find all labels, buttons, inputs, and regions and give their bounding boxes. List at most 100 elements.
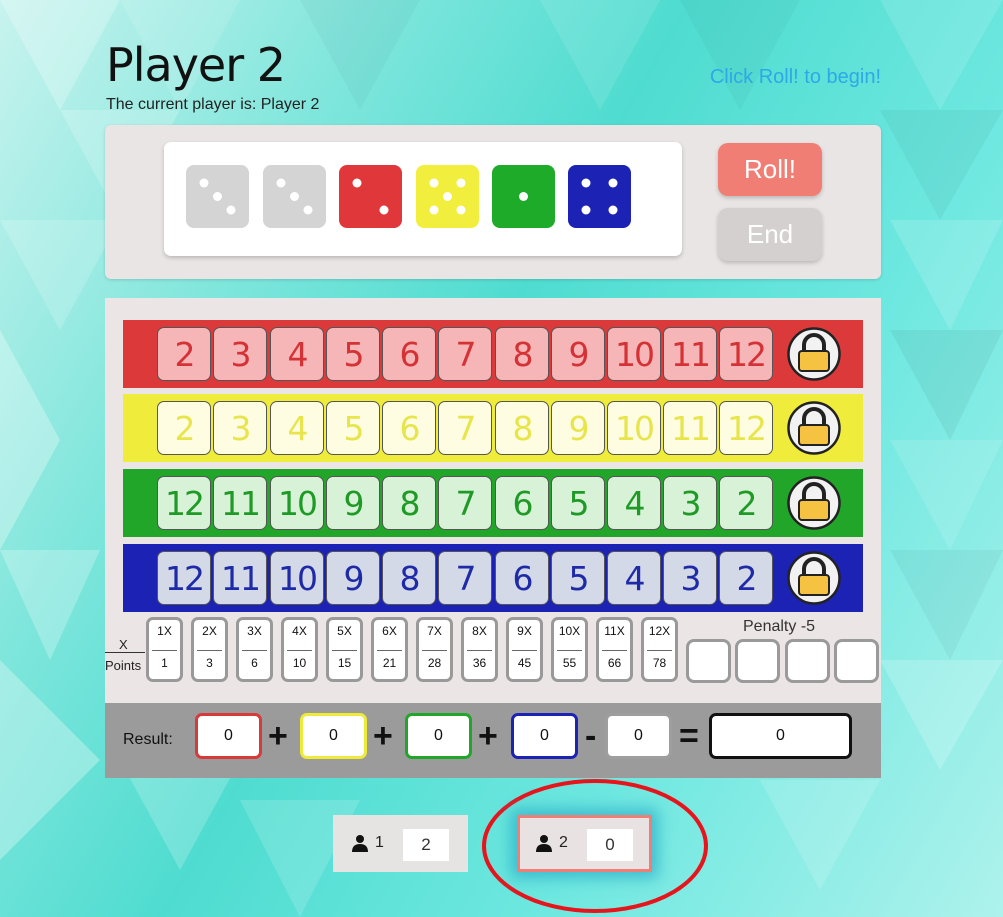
multiplier-count: 1X (157, 624, 172, 638)
cell-green[interactable]: 2 (719, 476, 773, 530)
dice-panel: Roll! End (105, 125, 881, 279)
cell-blue[interactable]: 8 (382, 551, 436, 605)
cell-green[interactable]: 3 (663, 476, 717, 530)
lock-icon[interactable] (787, 476, 841, 530)
cell-green[interactable]: 9 (326, 476, 380, 530)
cell-red[interactable]: 9 (551, 327, 605, 381)
cell-red[interactable]: 4 (270, 327, 324, 381)
cell-blue[interactable]: 10 (270, 551, 324, 605)
cell-blue[interactable]: 2 (719, 551, 773, 605)
blue-die[interactable] (568, 165, 631, 228)
lock-icon[interactable] (787, 327, 841, 381)
cell-yellow[interactable]: 6 (382, 401, 436, 455)
cell-blue[interactable]: 11 (213, 551, 267, 605)
cell-yellow[interactable]: 12 (719, 401, 773, 455)
multiplier-divider (557, 650, 582, 651)
cell-blue[interactable]: 3 (663, 551, 717, 605)
multiplier-points: 78 (652, 656, 667, 670)
lock-icon[interactable] (787, 551, 841, 605)
cell-yellow[interactable]: 8 (495, 401, 549, 455)
cell-blue[interactable]: 4 (607, 551, 661, 605)
multiplier-box: 12X 78 (641, 617, 678, 682)
player-number: 1 (375, 834, 384, 851)
cell-blue[interactable]: 7 (438, 551, 492, 605)
multiplier-divider (152, 650, 177, 651)
white-die-1[interactable] (186, 165, 249, 228)
cell-yellow[interactable]: 3 (213, 401, 267, 455)
page-title: Player 2 (106, 38, 286, 92)
cell-yellow[interactable]: 11 (663, 401, 717, 455)
cell-green[interactable]: 11 (213, 476, 267, 530)
yellow-die[interactable] (416, 165, 479, 228)
current-player-label: The current player is: Player 2 (106, 96, 320, 113)
multiplier-count: 5X (337, 624, 352, 638)
penalty-label: Penalty -5 (743, 618, 816, 635)
cell-green[interactable]: 8 (382, 476, 436, 530)
cell-yellow[interactable]: 9 (551, 401, 605, 455)
multiplier-box: 2X 3 (191, 617, 228, 682)
cell-yellow[interactable]: 2 (157, 401, 211, 455)
cell-yellow[interactable]: 7 (438, 401, 492, 455)
equals-sign: = (679, 717, 699, 755)
green-total: 0 (405, 713, 472, 759)
cell-green[interactable]: 5 (551, 476, 605, 530)
player-1-card[interactable]: 1 2 (333, 815, 468, 872)
white-die-2[interactable] (263, 165, 326, 228)
green-die[interactable] (492, 165, 555, 228)
red-die[interactable] (339, 165, 402, 228)
cell-red[interactable]: 3 (213, 327, 267, 381)
cell-yellow[interactable]: 10 (607, 401, 661, 455)
cell-red[interactable]: 10 (607, 327, 661, 381)
player-2-card[interactable]: 2 0 (517, 815, 652, 872)
score-sheet: 2 3 4 5 6 7 8 9 10 11 12 2 3 4 5 6 7 8 9 10 11 12 12 11 10 9 8 7 6 5 4… (105, 298, 881, 778)
cell-blue[interactable]: 12 (157, 551, 211, 605)
cell-green[interactable]: 12 (157, 476, 211, 530)
cell-yellow[interactable]: 4 (270, 401, 324, 455)
result-label: Result: (123, 731, 173, 748)
multiplier-count: 6X (382, 624, 397, 638)
plus-sign: + (373, 717, 393, 755)
penalty-box-3[interactable] (785, 639, 830, 683)
multiplier-count: 12X (648, 624, 671, 638)
cell-blue[interactable]: 6 (495, 551, 549, 605)
cell-red[interactable]: 7 (438, 327, 492, 381)
multiplier-box: 11X 66 (596, 617, 633, 682)
cell-red[interactable]: 11 (663, 327, 717, 381)
cell-blue[interactable]: 5 (551, 551, 605, 605)
cell-yellow[interactable]: 5 (326, 401, 380, 455)
cell-red[interactable]: 8 (495, 327, 549, 381)
multiplier-divider (422, 650, 447, 651)
multiplier-box: 8X 36 (461, 617, 498, 682)
multiplier-points: 3 (206, 656, 213, 670)
row-blue: 12 11 10 9 8 7 6 5 4 3 2 (123, 544, 863, 612)
multiplier-count: 4X (292, 624, 307, 638)
cell-green[interactable]: 10 (270, 476, 324, 530)
multiplier-divider (467, 650, 492, 651)
cell-green[interactable]: 4 (607, 476, 661, 530)
roll-button[interactable]: Roll! (718, 143, 822, 196)
cell-green[interactable]: 7 (438, 476, 492, 530)
multiplier-points: 28 (427, 656, 442, 670)
cell-red[interactable]: 6 (382, 327, 436, 381)
multiplier-divider (602, 650, 627, 651)
lock-icon[interactable] (787, 401, 841, 455)
cell-green[interactable]: 6 (495, 476, 549, 530)
multiplier-box: 4X 10 (281, 617, 318, 682)
points-label: Points (105, 658, 142, 673)
cell-red[interactable]: 12 (719, 327, 773, 381)
cell-red[interactable]: 2 (157, 327, 211, 381)
multiplier-count: 8X (472, 624, 487, 638)
cell-blue[interactable]: 9 (326, 551, 380, 605)
penalty-box-2[interactable] (735, 639, 780, 683)
plus-sign: + (478, 717, 498, 755)
penalty-box-1[interactable] (686, 639, 731, 683)
multiplier-box: 3X 6 (236, 617, 273, 682)
penalty-box-4[interactable] (834, 639, 879, 683)
multiplier-box: 6X 21 (371, 617, 408, 682)
player-number: 2 (559, 834, 568, 851)
penalty-total: 0 (605, 713, 672, 759)
multiplier-count: 10X (558, 624, 581, 638)
cell-red[interactable]: 5 (326, 327, 380, 381)
end-button[interactable]: End (718, 208, 822, 261)
multiplier-divider (332, 650, 357, 651)
